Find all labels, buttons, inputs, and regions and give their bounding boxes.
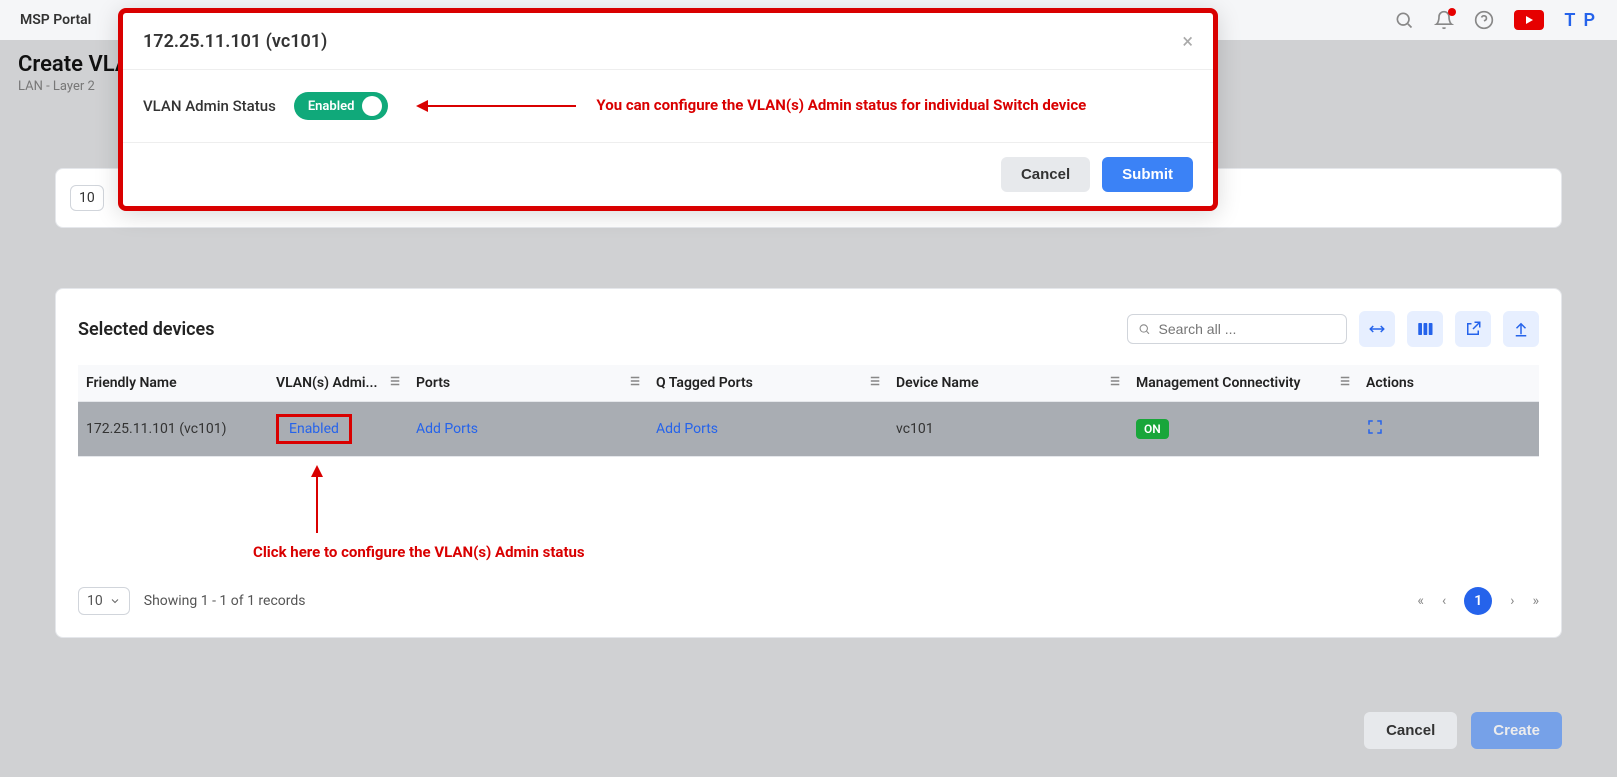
cancel-button[interactable]: Cancel <box>1364 712 1457 749</box>
col-q-tagged[interactable]: Q Tagged Ports☰ <box>648 365 888 402</box>
modal-cancel-button[interactable]: Cancel <box>1001 157 1090 192</box>
col-device-name[interactable]: Device Name☰ <box>888 365 1128 402</box>
search-icon[interactable] <box>1394 10 1414 30</box>
cell-q-tagged[interactable]: Add Ports <box>648 402 888 457</box>
vlan-admin-toggle[interactable]: Enabled <box>294 92 389 120</box>
cell-actions[interactable] <box>1358 402 1539 457</box>
upload-icon[interactable] <box>1503 311 1539 347</box>
modal-footer: Cancel Submit <box>123 142 1213 206</box>
autofit-icon[interactable] <box>1359 311 1395 347</box>
portal-label: MSP Portal <box>20 12 91 28</box>
bell-icon[interactable] <box>1434 10 1454 30</box>
vlan-admin-status-label: VLAN Admin Status <box>143 97 276 115</box>
columns-icon[interactable] <box>1407 311 1443 347</box>
selected-devices-card: Selected devices <box>55 288 1562 638</box>
filter-icon[interactable]: ☰ <box>390 375 400 388</box>
cell-vlan-admin[interactable]: Enabled <box>268 402 408 457</box>
annotation-bottom: Click here to configure the VLAN(s) Admi… <box>253 543 585 561</box>
prev-page-icon[interactable]: ‹ <box>1442 593 1446 609</box>
cell-friendly-name: 172.25.11.101 (vc101) <box>78 402 268 457</box>
search-input[interactable] <box>1159 321 1336 337</box>
table-header-row: Friendly Name VLAN(s) Admi...☰ Ports☰ Q … <box>78 365 1539 402</box>
filter-icon[interactable]: ☰ <box>1110 375 1120 388</box>
col-actions: Actions <box>1358 365 1539 402</box>
modal-body: VLAN Admin Status Enabled You can config… <box>123 70 1213 142</box>
upper-pagesize-select[interactable]: 10 <box>70 185 104 211</box>
chevron-down-icon <box>109 595 121 607</box>
selected-devices-title: Selected devices <box>78 319 215 340</box>
annotation-arrow-vertical <box>316 475 318 533</box>
close-icon[interactable]: × <box>1182 29 1193 53</box>
modal-submit-button[interactable]: Submit <box>1102 157 1193 192</box>
page-number[interactable]: 1 <box>1464 587 1492 615</box>
export-icon[interactable] <box>1455 311 1491 347</box>
modal-header: 172.25.11.101 (vc101) × <box>123 13 1213 70</box>
search-icon <box>1138 322 1151 336</box>
cell-device-name: vc101 <box>888 402 1128 457</box>
col-vlan-admin[interactable]: VLAN(s) Admi...☰ <box>268 365 408 402</box>
annotation-top: You can configure the VLAN(s) Admin stat… <box>596 96 1086 114</box>
cell-ports[interactable]: Add Ports <box>408 402 648 457</box>
footer-buttons: Cancel Create <box>1364 712 1562 749</box>
fullscreen-icon[interactable] <box>1366 421 1384 440</box>
create-button[interactable]: Create <box>1471 712 1562 749</box>
youtube-icon[interactable] <box>1514 10 1544 30</box>
modal-title: 172.25.11.101 (vc101) <box>143 31 327 52</box>
last-page-icon[interactable]: » <box>1532 593 1539 609</box>
col-mgmt-conn[interactable]: Management Connectivity☰ <box>1128 365 1358 402</box>
devices-table: Friendly Name VLAN(s) Admi...☰ Ports☰ Q … <box>78 365 1539 457</box>
col-ports[interactable]: Ports☰ <box>408 365 648 402</box>
annotation-arrow-horizontal <box>426 105 576 107</box>
col-friendly-name[interactable]: Friendly Name <box>78 365 268 402</box>
cell-mgmt-conn: ON <box>1128 402 1358 457</box>
help-icon[interactable] <box>1474 10 1494 30</box>
user-initials[interactable]: T P <box>1564 10 1597 31</box>
filter-icon[interactable]: ☰ <box>870 375 880 388</box>
first-page-icon[interactable]: « <box>1417 593 1424 609</box>
pagesize-select[interactable]: 10 <box>78 587 130 615</box>
vlan-admin-modal: 172.25.11.101 (vc101) × VLAN Admin Statu… <box>118 8 1218 211</box>
records-text: Showing 1 - 1 of 1 records <box>144 593 306 609</box>
search-input-wrapper[interactable] <box>1127 314 1347 344</box>
table-row[interactable]: 172.25.11.101 (vc101) Enabled Add Ports … <box>78 402 1539 457</box>
next-page-icon[interactable]: › <box>1510 593 1514 609</box>
filter-icon[interactable]: ☰ <box>630 375 640 388</box>
filter-icon[interactable]: ☰ <box>1340 375 1350 388</box>
toggle-knob <box>362 96 382 116</box>
pagination-row: 10 Showing 1 - 1 of 1 records « ‹ 1 › » <box>78 587 1539 615</box>
